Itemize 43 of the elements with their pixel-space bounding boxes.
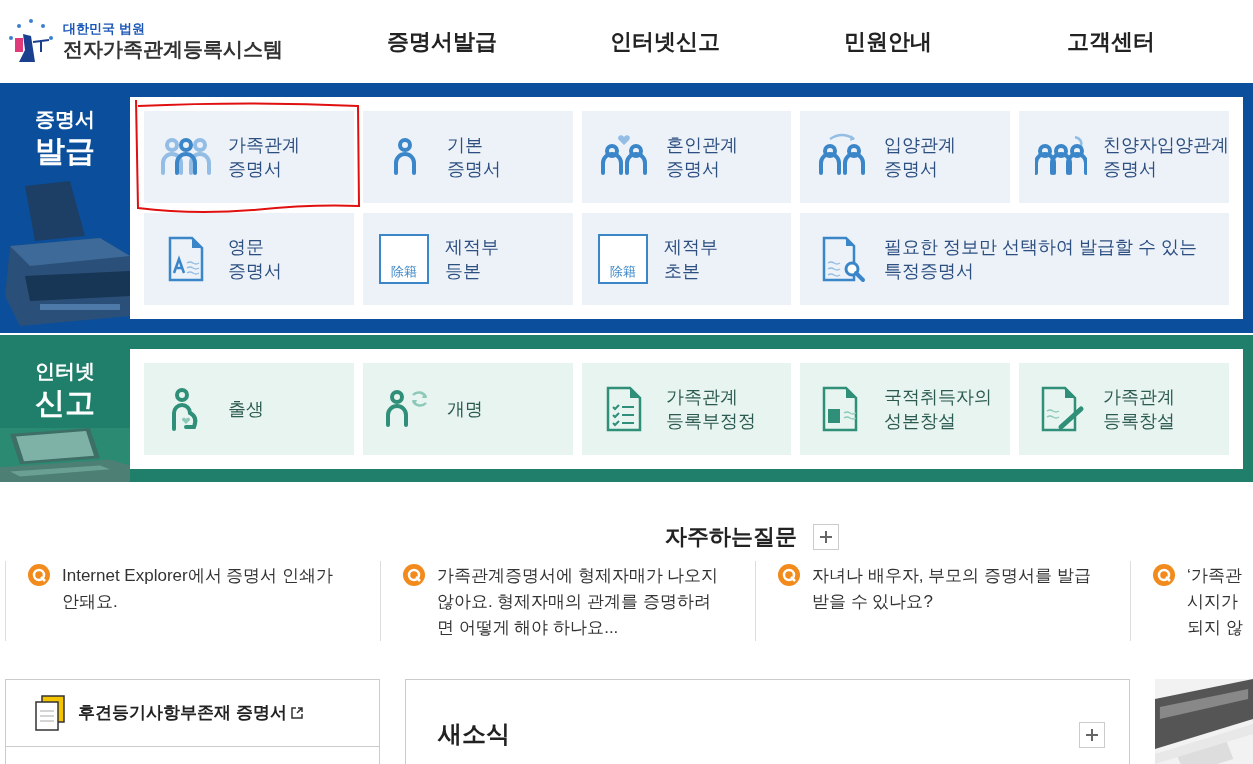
question-icon [28,564,50,586]
plus-button[interactable] [1079,722,1105,748]
certificate-tile[interactable]: 除籍 제적부 초본 [581,213,792,305]
organization-name: 대한민국 법원 [63,20,146,38]
site-title: 전자가족관계등록시스템 [63,37,283,63]
section-subtitle: 인터넷 [35,359,95,384]
section-title: 발급 [35,133,95,169]
certificate-tile[interactable]: 입양관계 증명서 [800,111,1011,203]
certificate-tile[interactable]: 친양자입양관계 증명서 [1019,111,1229,203]
nav-link[interactable]: 증명서발급 [386,25,497,58]
seal-text: 除籍 [609,265,636,278]
nav-link[interactable]: 인터넷신고 [609,25,720,58]
certificate-tile[interactable]: 출생 [144,363,354,455]
certificate-tile[interactable]: 除籍 제적부 등본 [362,213,573,305]
certificate-tile[interactable]: 필요한 정보만 선택하여 발급할 수 있는 특정증명서 [800,213,1229,305]
nav-link[interactable]: 민원안내 [844,25,933,58]
news-title: 새소식 [438,719,510,749]
question-icon [778,564,800,586]
faq-question[interactable]: Internet Explorer에서 증명서 인쇄가 안돼요. [62,563,334,641]
plus-icon [1086,729,1098,741]
nav-link[interactable]: 고객센터 [1067,25,1156,58]
question-icon [1153,564,1175,586]
seal-text: 除籍 [390,265,417,278]
faq-question[interactable]: ‘가족관 시지가 되지 않 [1187,563,1243,641]
certificate-tile[interactable]: 혼인관계 증명서 [581,111,792,203]
certificate-tile[interactable]: 기본 증명서 [362,111,573,203]
section-title: 신고 [35,385,95,421]
faq-question[interactable]: 가족관계증명서에 형제자매가 나오지 않아요. 형제자매의 관계를 증명하려 면 어떻게 해야 하나요... [437,563,719,641]
plus-button[interactable] [812,523,839,550]
question-icon [403,564,425,586]
certificate-tile[interactable]: 국적취득자의 성본창설 [800,363,1011,455]
certificate-link[interactable]: 후견등기사항부존재 증명서 [78,700,303,726]
certificate-tile[interactable]: 개명 [362,363,573,455]
certificate-tile[interactable]: 영문 증명서 [144,213,354,305]
certificate-tile[interactable]: 가족관계 증명서 [144,111,354,203]
faq-question[interactable]: 자녀나 배우자, 부모의 증명서를 발급 받을 수 있나요? [812,563,1091,641]
document-icon [34,695,66,731]
faq-title: 자주하는질문 [664,523,797,551]
plus-icon [819,530,832,543]
certificate-tile[interactable]: 가족관계 등록부정정 [581,363,792,455]
certificate-tile[interactable]: 가족관계 등록창설 [1019,363,1229,455]
section-subtitle: 증명서 [35,107,95,132]
external-link-icon [290,707,303,719]
